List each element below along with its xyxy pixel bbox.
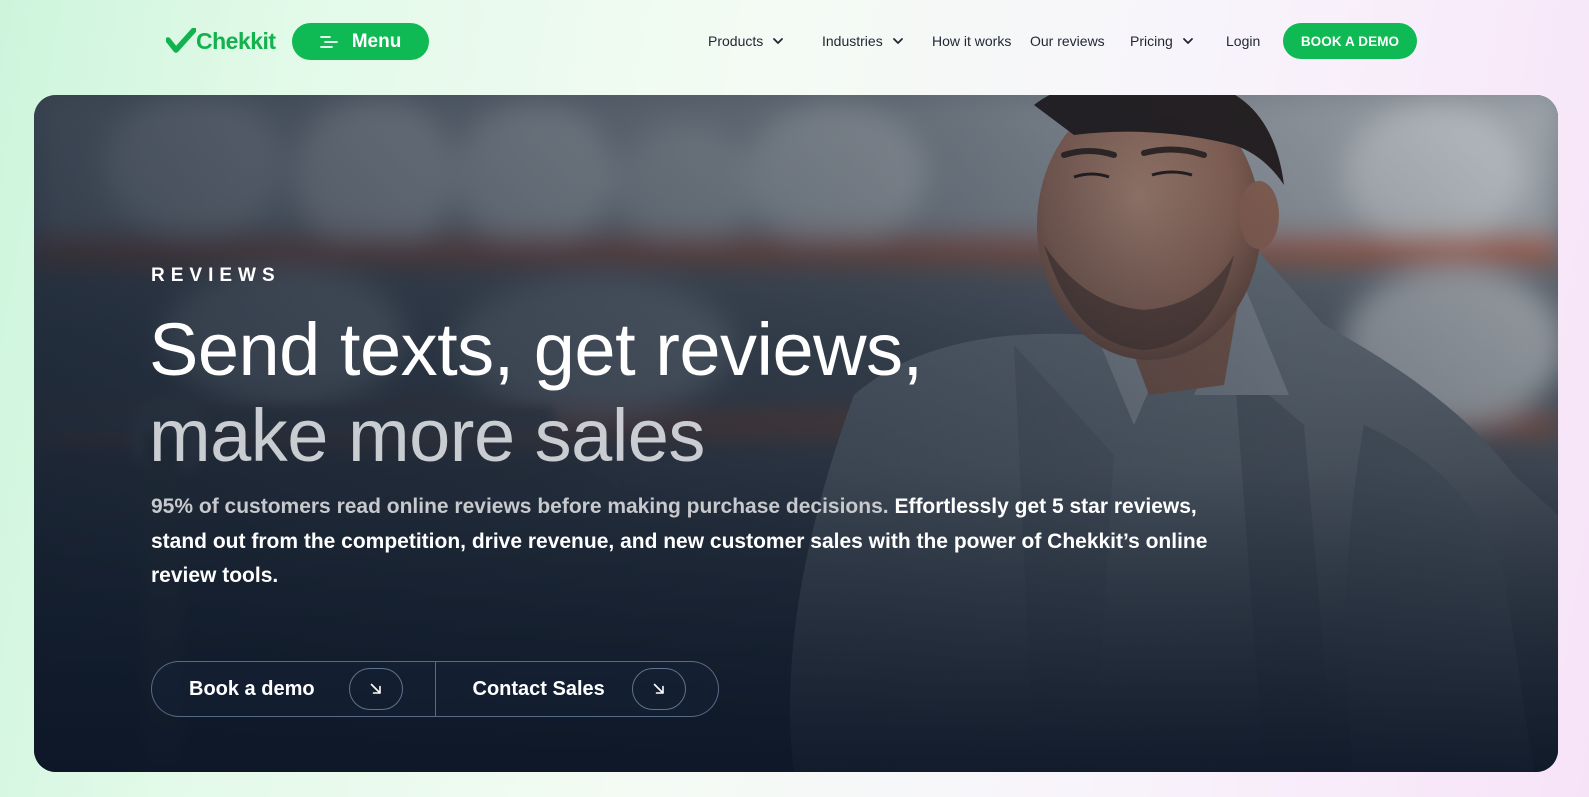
chevron-down-icon [773, 38, 784, 44]
nav-item-pricing[interactable]: Pricing [1130, 30, 1194, 52]
menu-button[interactable]: Menu [292, 23, 429, 60]
brand-name: Chekkit [196, 27, 276, 54]
nav-item-products[interactable]: Products [708, 30, 784, 52]
nav-item-our-reviews[interactable]: Our reviews [1030, 30, 1105, 52]
nav-label: Our reviews [1030, 33, 1105, 49]
nav-label: How it works [932, 33, 1012, 49]
book-a-demo-button[interactable]: BOOK A DEMO [1283, 23, 1417, 59]
headline-line-2: make more sales [149, 394, 705, 477]
nav-label: Login [1226, 33, 1261, 49]
subcopy-stat: 95% of customers read online reviews bef… [151, 495, 889, 518]
arrow-down-right-icon [632, 668, 686, 710]
book-demo-cta-button[interactable]: Book a demo [152, 662, 435, 716]
checkmark-logo-icon [166, 28, 196, 53]
hero-headline: Send texts, get reviews, make more sales [149, 307, 1149, 479]
nav-label: Pricing [1130, 33, 1173, 49]
hamburger-menu-icon [319, 35, 338, 48]
nav-label: Products [708, 33, 764, 49]
arrow-down-right-icon [348, 668, 403, 710]
nav-item-how-it-works[interactable]: How it works [932, 30, 1011, 52]
contact-sales-label: Contact Sales [472, 677, 605, 700]
hero-subcopy: 95% of customers read online reviews bef… [151, 490, 1211, 594]
chevron-down-icon [1182, 38, 1193, 44]
book-demo-label: Book a demo [189, 677, 315, 700]
nav-item-login[interactable]: Login [1226, 30, 1260, 52]
hero-section: REVIEWS Send texts, get reviews, make mo… [34, 95, 1558, 772]
headline-line-1: Send texts, get reviews, [149, 308, 923, 391]
nav-item-industries[interactable]: Industries [822, 30, 904, 52]
nav-label: Industries [822, 33, 883, 49]
hero-eyebrow: REVIEWS [151, 265, 281, 286]
chevron-down-icon [892, 38, 903, 44]
hero-cta-group: Book a demo Contact Sales [151, 661, 719, 717]
menu-label: Menu [351, 30, 402, 52]
contact-sales-cta-button[interactable]: Contact Sales [434, 662, 719, 716]
site-header: Chekkit Menu Products Industries How it … [0, 0, 1589, 82]
chekkit-logo[interactable]: Chekkit [166, 26, 276, 56]
